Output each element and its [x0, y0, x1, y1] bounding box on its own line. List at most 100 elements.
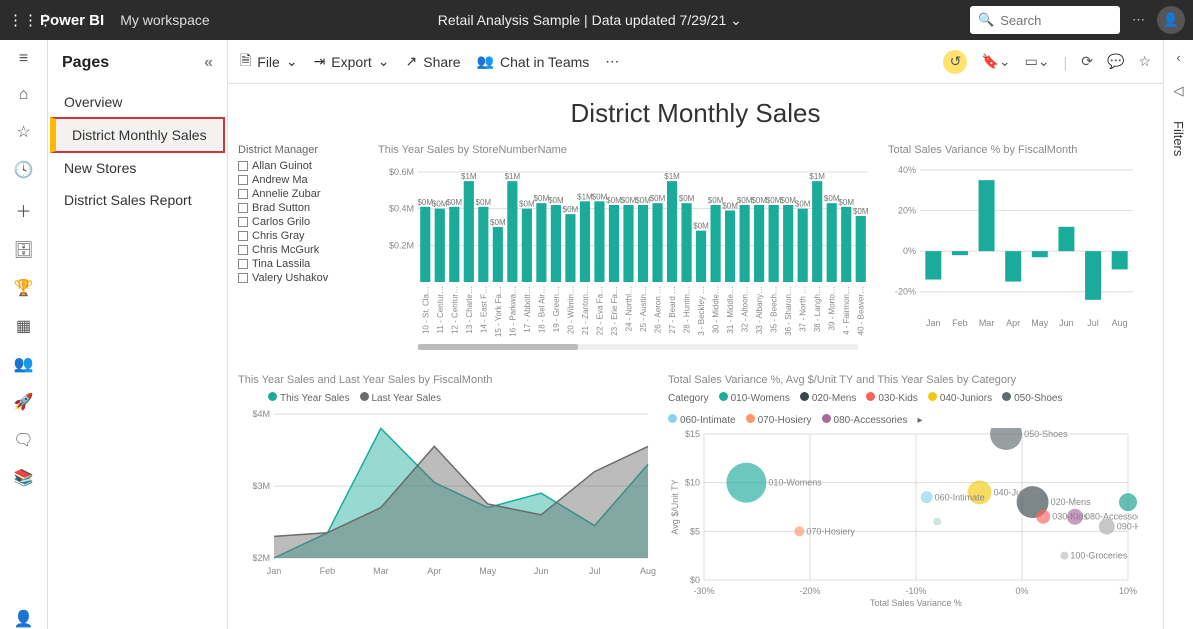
share-button[interactable]: ↗Share: [406, 53, 461, 70]
avatar[interactable]: 👤: [1157, 6, 1185, 34]
datasets-icon[interactable]: 🗄: [13, 240, 33, 260]
area-legend: This Year Sales Last Year Sales: [268, 392, 658, 404]
apps-icon[interactable]: ▦: [16, 316, 31, 336]
svg-text:18 - Bel Air…: 18 - Bel Air…: [537, 286, 546, 333]
legend-item[interactable]: 070-Hosiery: [746, 414, 812, 426]
slicer-item[interactable]: Andrew Ma: [238, 174, 368, 186]
workspaces-icon[interactable]: 📚: [14, 468, 34, 488]
learn-icon[interactable]: 🗨: [13, 430, 33, 450]
refresh-icon[interactable]: ⟳: [1081, 53, 1093, 70]
chevron-down-icon: ⌄: [286, 53, 298, 70]
slicer-item[interactable]: Tina Lassila: [238, 258, 368, 270]
home-icon[interactable]: ⌂: [19, 86, 29, 104]
svg-text:$0M: $0M: [722, 202, 738, 211]
search-input[interactable]: [1000, 13, 1100, 28]
more-commands[interactable]: ⋯: [605, 53, 619, 70]
slicer-item[interactable]: Carlos Grilo: [238, 216, 368, 228]
legend-item[interactable]: 080-Accessories: [822, 414, 908, 426]
search-box[interactable]: 🔍: [970, 6, 1120, 34]
svg-text:090-Home: 090-Home: [1117, 521, 1138, 531]
report-title-header[interactable]: Retail Analysis Sample | Data updated 7/…: [210, 12, 970, 29]
page-tab[interactable]: Overview: [48, 86, 227, 118]
chart-scroll-thumb[interactable]: [418, 344, 578, 350]
bookmark-pane-icon[interactable]: ◁: [1174, 83, 1184, 99]
svg-text:050-Shoes: 050-Shoes: [1024, 429, 1068, 439]
svg-text:10%: 10%: [1119, 586, 1137, 596]
create-icon[interactable]: ＋: [15, 198, 31, 222]
recent-icon[interactable]: 🕓: [14, 160, 34, 180]
area-month-chart[interactable]: This Year Sales and Last Year Sales by F…: [238, 374, 658, 584]
chat-button[interactable]: 👥Chat in Teams: [477, 53, 590, 70]
slicer-item[interactable]: Valery Ushakov: [238, 272, 368, 284]
variance-month-chart[interactable]: Total Sales Variance % by FiscalMonth -2…: [888, 144, 1138, 334]
svg-text:$1M: $1M: [664, 172, 680, 181]
svg-text:21 - Zanton…: 21 - Zanton…: [581, 286, 590, 335]
export-menu[interactable]: ⇥Export⌄: [314, 53, 390, 70]
legend-item[interactable]: 010-Womens: [719, 392, 790, 404]
page-tab[interactable]: New Stores: [48, 152, 227, 184]
goals-icon[interactable]: 🏆: [14, 278, 34, 298]
svg-text:$1M: $1M: [577, 192, 593, 201]
svg-text:$2M: $2M: [252, 553, 270, 563]
svg-text:$0M: $0M: [432, 200, 448, 209]
hamburger-icon[interactable]: ≡: [19, 50, 28, 68]
my-workspace-icon[interactable]: 👤: [14, 609, 34, 629]
favorite-icon[interactable]: ☆: [16, 122, 30, 142]
svg-text:$0M: $0M: [708, 196, 724, 205]
svg-text:16 - Parkwa…: 16 - Parkwa…: [508, 286, 517, 337]
legend-item[interactable]: 050-Shoes: [1002, 392, 1062, 404]
slicer-item-label: Carlos Grilo: [252, 216, 310, 228]
svg-text:010-Womens: 010-Womens: [768, 478, 822, 488]
slicer-item[interactable]: Allan Guinot: [238, 160, 368, 172]
svg-text:Mar: Mar: [979, 318, 995, 328]
svg-text:Feb: Feb: [320, 566, 336, 576]
workspace-label[interactable]: My workspace: [120, 12, 209, 28]
slicer-item[interactable]: Chris Gray: [238, 230, 368, 242]
deploy-icon[interactable]: 🚀: [14, 392, 34, 412]
view-icon[interactable]: ▭⌄: [1025, 53, 1050, 70]
legend-item[interactable]: Last Year Sales: [360, 392, 442, 404]
legend-item[interactable]: 030-Kids: [866, 392, 917, 404]
svg-text:100-Groceries: 100-Groceries: [1070, 551, 1128, 561]
slicer-item[interactable]: Chris McGurk: [238, 244, 368, 256]
bookmark-icon[interactable]: 🔖⌄: [981, 53, 1010, 70]
pages-pane: Pages « OverviewDistrict Monthly SalesNe…: [48, 40, 228, 629]
page-tab[interactable]: District Sales Report: [48, 184, 227, 216]
district-manager-slicer[interactable]: District Manager Allan GuinotAndrew MaAn…: [238, 144, 368, 286]
legend-item[interactable]: 020-Mens: [800, 392, 856, 404]
svg-text:$0M: $0M: [780, 196, 796, 205]
svg-text:-30%: -30%: [693, 586, 714, 596]
shared-icon[interactable]: 👥: [14, 354, 34, 374]
slicer-item[interactable]: Brad Sutton: [238, 202, 368, 214]
star-icon[interactable]: ☆: [1138, 53, 1151, 70]
reset-icon: ↺: [950, 53, 962, 70]
svg-text:$0.6M: $0.6M: [389, 167, 414, 177]
more-icon[interactable]: ⋯: [1132, 12, 1145, 28]
filters-pane[interactable]: ‹ ◁ Filters: [1163, 40, 1193, 629]
waffle-icon[interactable]: ⋮⋮⋮: [8, 11, 36, 29]
page-tab[interactable]: District Monthly Sales: [50, 117, 225, 153]
legend-item[interactable]: 040-Juniors: [928, 392, 992, 404]
file-menu[interactable]: 🗎File⌄: [240, 50, 298, 74]
legend-scroll-icon[interactable]: ▸: [917, 415, 922, 426]
slicer-item-label: Annelie Zubar: [252, 188, 321, 200]
legend-item[interactable]: 060-Intimate: [668, 414, 736, 426]
svg-text:20 - Wilmin…: 20 - Wilmin…: [566, 286, 575, 334]
comment-icon[interactable]: 💬: [1107, 53, 1124, 70]
checkbox-icon: [238, 189, 248, 199]
reset-button[interactable]: ↺: [943, 50, 967, 74]
svg-text:$0M: $0M: [534, 194, 550, 203]
expand-filters-icon[interactable]: ‹: [1176, 50, 1180, 65]
svg-text:Jun: Jun: [534, 566, 549, 576]
svg-text:$0M: $0M: [548, 196, 564, 205]
svg-text:10 - St. Cla…: 10 - St. Cla…: [421, 286, 430, 334]
scatter-chart[interactable]: Total Sales Variance %, Avg $/Unit TY an…: [668, 374, 1138, 594]
file-icon: 🗎: [240, 50, 251, 74]
brand: Power BI: [40, 12, 104, 29]
legend-item[interactable]: This Year Sales: [268, 392, 350, 404]
svg-text:22 - Eva Fa…: 22 - Eva Fa…: [595, 286, 604, 335]
chat-label: Chat in Teams: [500, 54, 589, 70]
collapse-pages-icon[interactable]: «: [204, 54, 213, 72]
store-sales-bar-chart[interactable]: This Year Sales by StoreNumberName $0.2M…: [378, 144, 873, 344]
slicer-item[interactable]: Annelie Zubar: [238, 188, 368, 200]
